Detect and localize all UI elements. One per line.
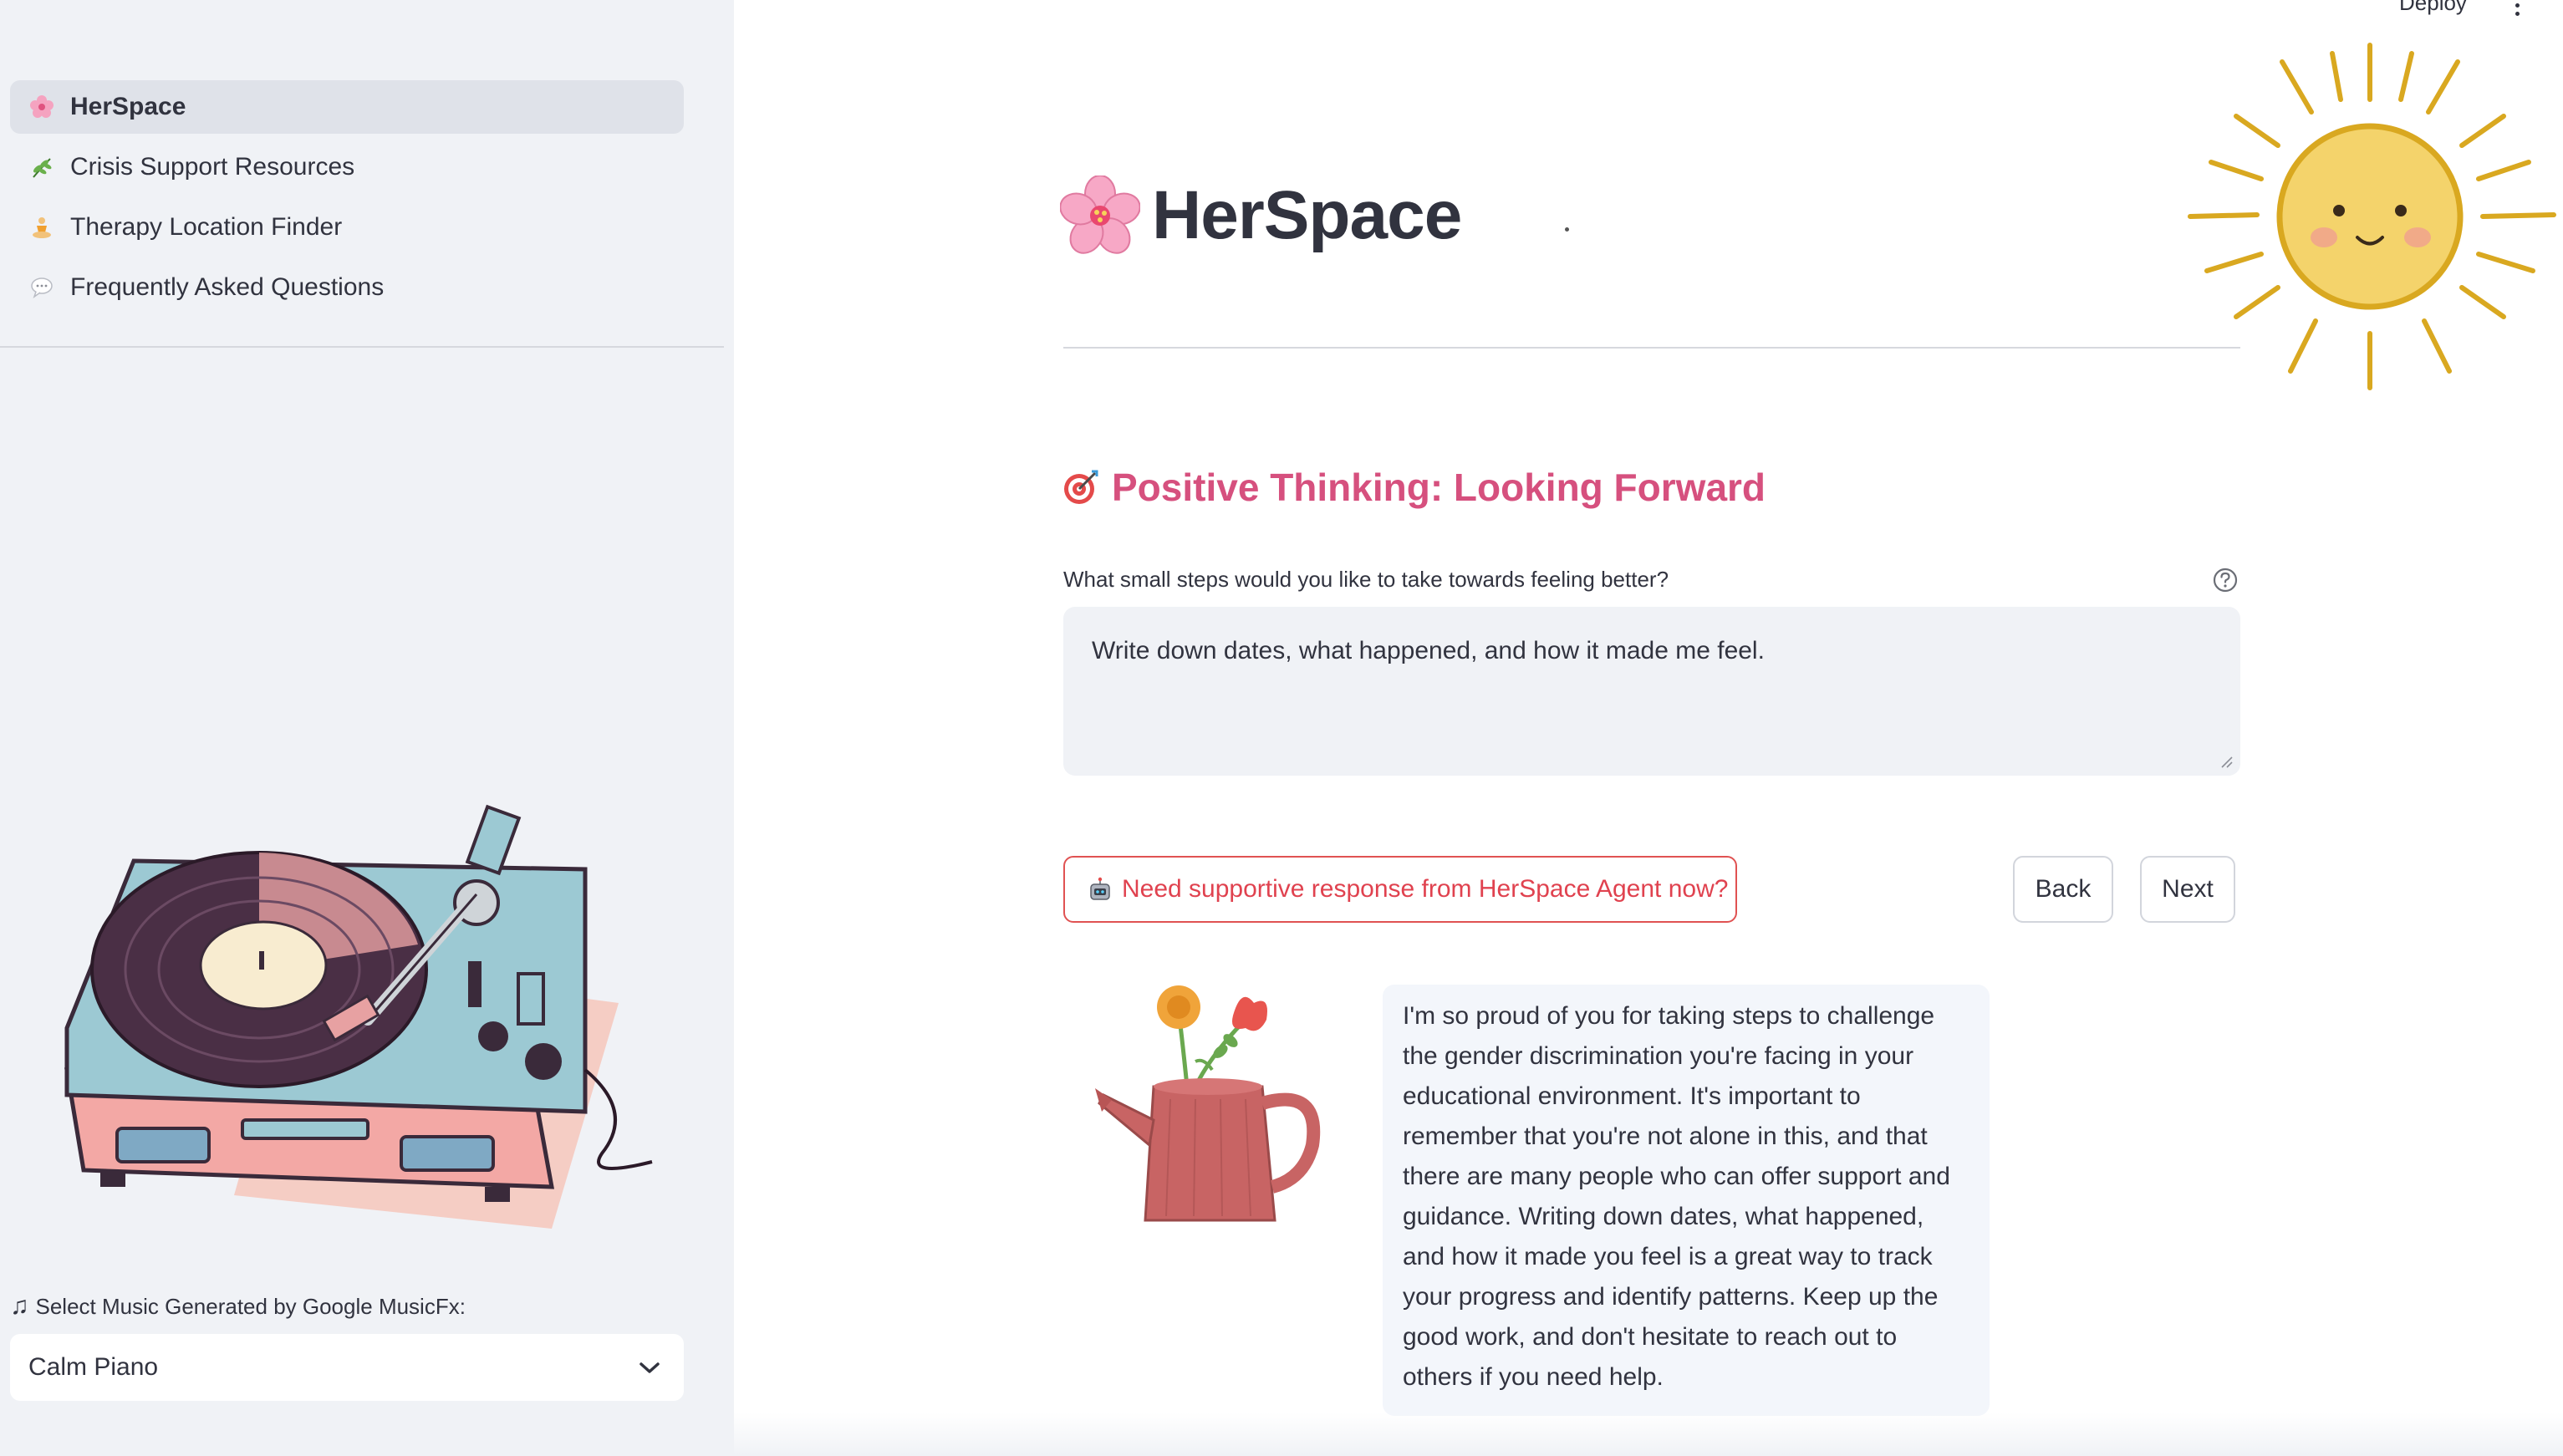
target-icon [1064, 470, 1098, 504]
speech-bubble-icon [28, 274, 55, 301]
page-header: HerSpace [1060, 176, 1462, 256]
sidebar-item-label: Crisis Support Resources [70, 153, 355, 181]
deploy-button[interactable]: Deploy [2399, 0, 2467, 16]
sidebar-item-therapy-finder[interactable]: Therapy Location Finder [10, 201, 684, 254]
main-menu-icon[interactable] [2511, 0, 2523, 17]
answer-textarea[interactable]: Write down dates, what happened, and how… [1063, 607, 2240, 776]
agent-response-text: I'm so proud of you for taking steps to … [1403, 1002, 1950, 1391]
chevron-down-icon [639, 1353, 660, 1382]
resize-handle-icon[interactable] [2219, 754, 2234, 769]
sidebar-item-crisis-support[interactable]: Crisis Support Resources [10, 140, 684, 194]
next-button[interactable]: Next [2140, 856, 2235, 923]
sidebar-item-label: HerSpace [70, 93, 186, 120]
agent-response-card: I'm so proud of you for taking steps to … [1383, 985, 1990, 1416]
music-note-icon: ♫ [10, 1292, 29, 1320]
music-select[interactable]: Calm Piano [10, 1334, 684, 1401]
person-meditating-icon [28, 214, 55, 241]
sun-illustration [2188, 43, 2556, 390]
section-title: Positive Thinking: Looking Forward [1062, 465, 1766, 510]
header-divider [1063, 347, 2240, 349]
cherry-blossom-icon [1060, 176, 1140, 254]
question-label: What small steps would you like to take … [1063, 567, 1669, 592]
decorative-dot [1565, 227, 1569, 232]
music-select-value: Calm Piano [28, 1353, 159, 1381]
sidebar-item-label: Therapy Location Finder [70, 213, 343, 241]
supportive-response-button[interactable]: Need supportive response from HerSpace A… [1063, 856, 1737, 923]
sidebar-item-herspace[interactable]: HerSpace [10, 80, 684, 134]
watering-can-illustration [1095, 985, 1321, 1222]
bottom-fade [734, 1413, 2563, 1456]
robot-icon [1090, 877, 1110, 900]
sidebar-divider [0, 346, 724, 348]
sidebar-item-faq[interactable]: Frequently Asked Questions [10, 261, 684, 314]
music-select-label: ♫ Select Music Generated by Google Music… [10, 1292, 466, 1320]
help-icon[interactable] [2212, 567, 2239, 593]
answer-text: Write down dates, what happened, and how… [1092, 637, 1765, 664]
herb-icon [28, 154, 55, 181]
page-title: HerSpace [1152, 177, 1462, 253]
sidebar: HerSpace Crisis Support Resources Therap… [0, 0, 734, 1456]
section-title-text: Positive Thinking: Looking Forward [1112, 466, 1766, 509]
sidebar-nav: HerSpace Crisis Support Resources Therap… [10, 80, 684, 321]
supportive-response-label: Need supportive response from HerSpace A… [1122, 875, 1729, 903]
sidebar-item-label: Frequently Asked Questions [70, 273, 385, 301]
cherry-blossom-icon [28, 94, 55, 120]
back-button[interactable]: Back [2013, 856, 2113, 923]
turntable-illustration [64, 804, 653, 1229]
